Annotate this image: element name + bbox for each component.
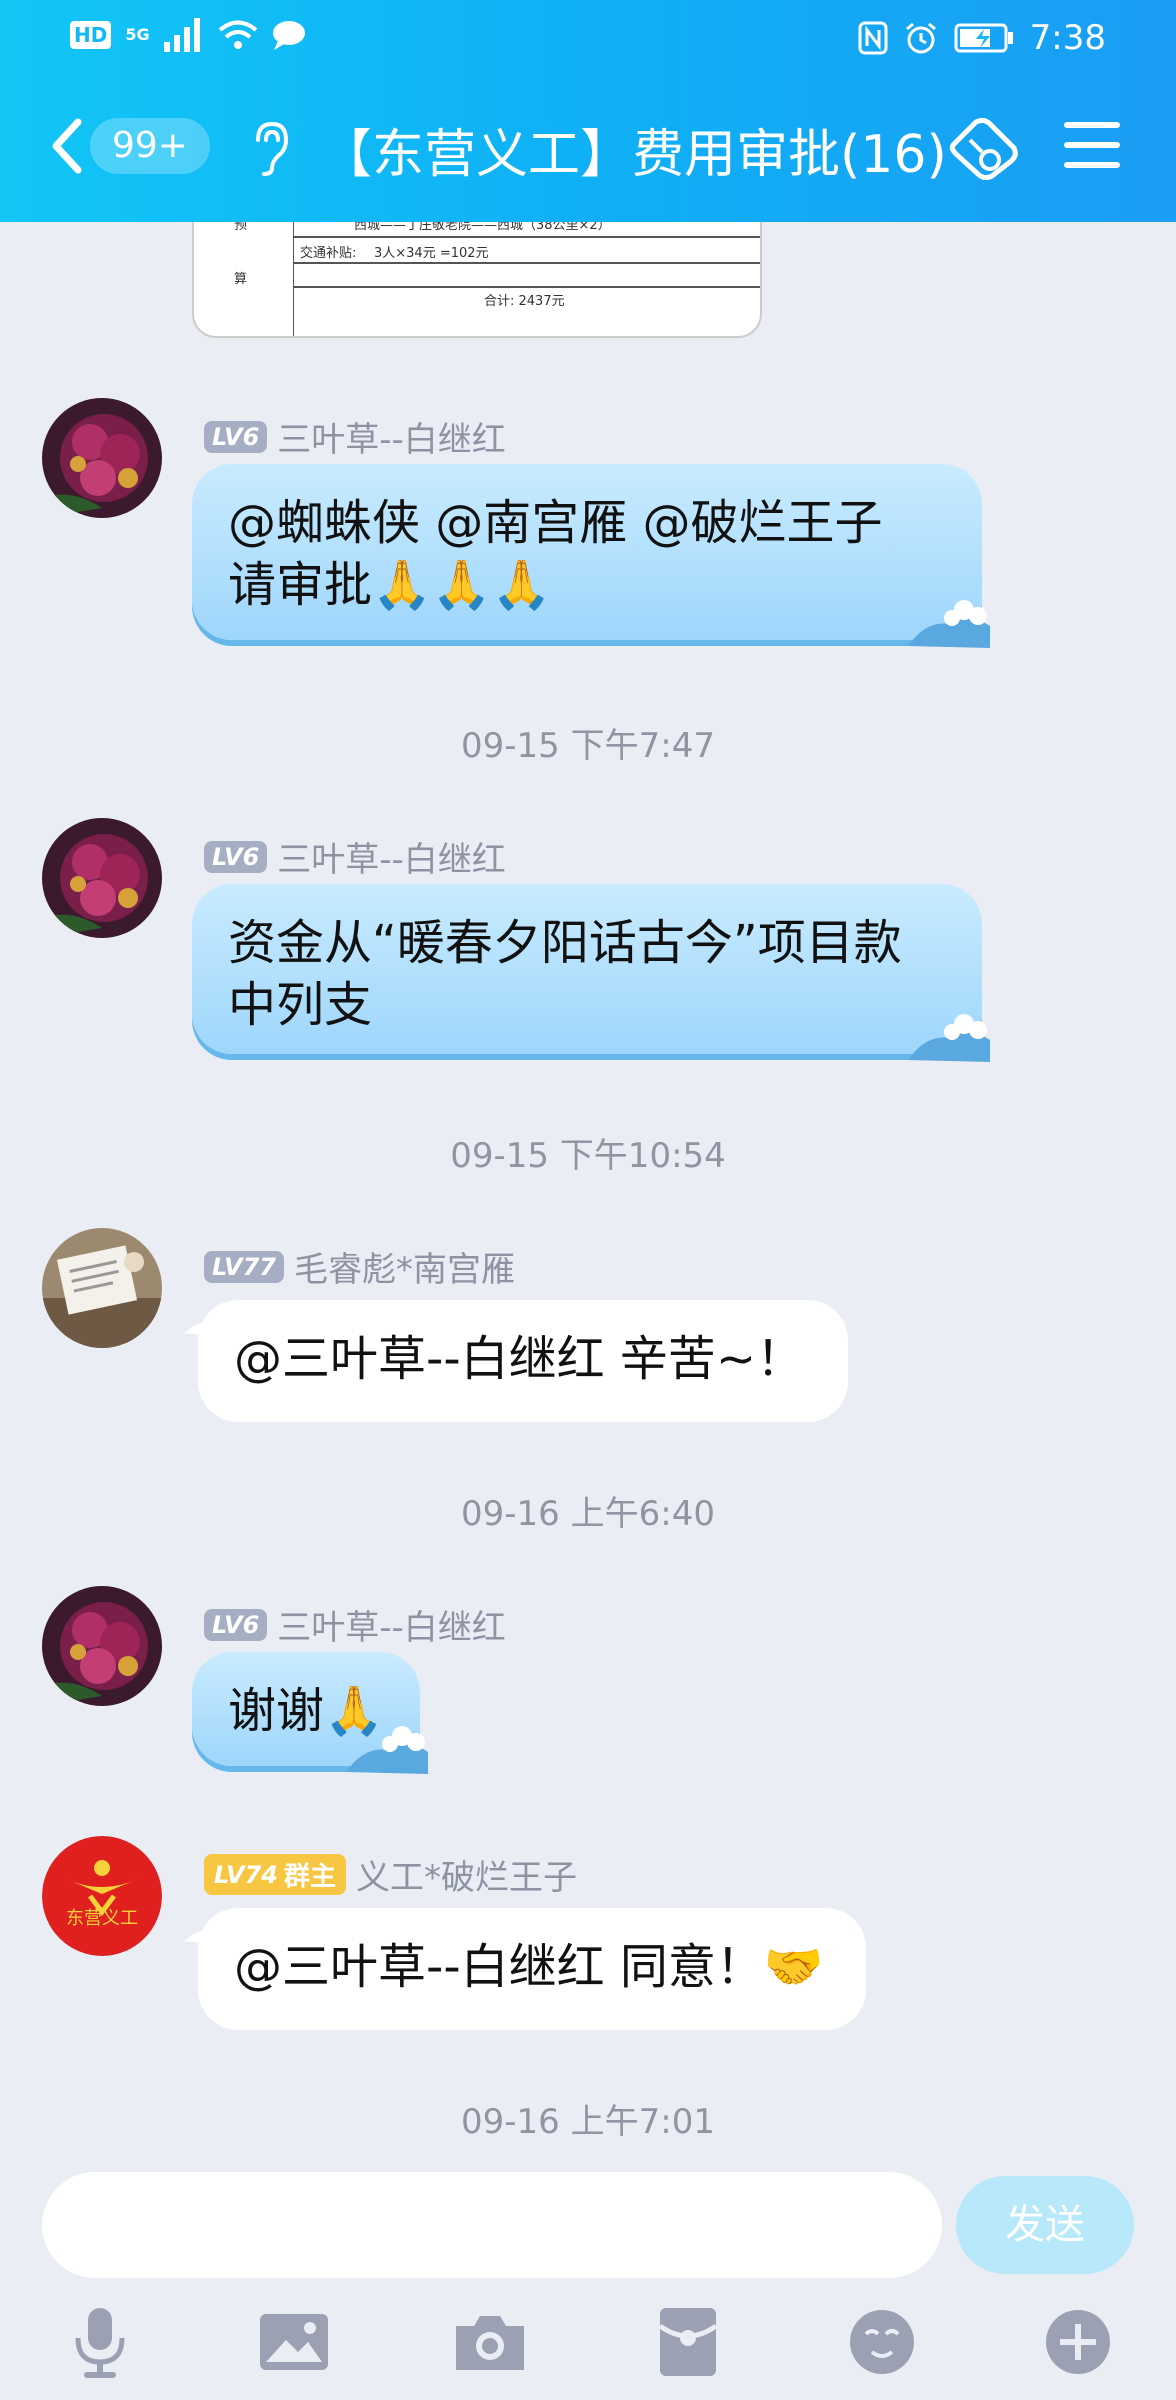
message-text: @三叶草--白继红 辛苦~！: [234, 1331, 805, 1387]
network-type: 5G: [125, 25, 150, 44]
sender-name: 三叶草--白继红: [277, 840, 506, 880]
logo-text: 东营义工: [66, 1908, 138, 1929]
send-button[interactable]: 发送: [956, 2176, 1134, 2274]
status-time: 7:38: [1029, 18, 1106, 58]
chat-title: 【东营义工】费用审批(16): [320, 125, 947, 185]
timestamp: 09-15 下午7:47: [461, 726, 715, 766]
timestamp: 09-16 上午6:40: [461, 1494, 715, 1534]
earpiece-mode-icon[interactable]: [248, 118, 292, 178]
avatar[interactable]: [42, 1586, 162, 1706]
avatar[interactable]: [42, 818, 162, 938]
sender-name: 三叶草--白继红: [277, 1608, 506, 1648]
input-toolbar: [0, 2302, 1176, 2392]
message-text: @三叶草--白继红 同意！🤝: [234, 1939, 824, 1995]
microphone-icon[interactable]: [60, 2302, 140, 2382]
sender-name: 毛睿彪*南宫雁: [293, 1250, 515, 1290]
back-button[interactable]: [46, 116, 86, 176]
level-badge: LV74: [214, 1860, 278, 1889]
message-notification-icon: [272, 21, 305, 50]
message-input[interactable]: [42, 2172, 942, 2278]
document-image-preview[interactable]: 预 西城——丁庄敬老院——西城（38公里×2） 交通补贴: 3人×34元 =10…: [192, 222, 762, 338]
timestamp: 09-16 上午7:01: [461, 2102, 715, 2142]
level-badge: LV6: [204, 420, 268, 453]
bubble-tail: [184, 1928, 214, 1950]
camera-icon[interactable]: [450, 2302, 530, 2382]
chat-header: HD 5G 7:38 99+ 【东营义工】费用审批(16): [0, 0, 1176, 222]
battery-icon: [954, 23, 1013, 53]
level-badge: LV77: [204, 1250, 284, 1283]
message-bubble[interactable]: @三叶草--白继红 辛苦~！: [184, 1300, 848, 1422]
wave-decoration-icon: [346, 1726, 428, 1774]
wifi-icon: [218, 20, 257, 49]
message-bubble[interactable]: 谢谢🙏: [192, 1652, 428, 1774]
plus-icon[interactable]: [1038, 2302, 1118, 2382]
avatar[interactable]: [42, 398, 162, 518]
wave-decoration-icon: [908, 600, 990, 648]
message-text-line: 资金从“暖春夕阳话古今”项目款: [228, 915, 902, 971]
nfc-icon: [858, 21, 888, 55]
menu-icon[interactable]: [1064, 120, 1120, 170]
sender-name: 三叶草--白继红: [277, 420, 506, 460]
role-label: 群主: [283, 1862, 336, 1892]
image-icon[interactable]: [254, 2302, 334, 2382]
red-packet-icon[interactable]: [648, 2302, 728, 2382]
status-bar: HD 5G 7:38: [0, 0, 1176, 72]
doc-route: 西城——丁庄敬老院——西城（38公里×2）: [354, 222, 611, 233]
doc-label-pre: 预: [234, 222, 248, 233]
unread-count-badge[interactable]: 99+: [90, 118, 210, 174]
doc-transport-value: 3人×34元 =102元: [374, 246, 489, 261]
doc-label-suan: 算: [234, 272, 248, 287]
signal-icon: [163, 18, 200, 52]
message-bubble[interactable]: @三叶草--白继红 同意！🤝: [184, 1908, 866, 2030]
group-notice-icon[interactable]: [946, 114, 1022, 182]
avatar[interactable]: [42, 1228, 162, 1348]
avatar[interactable]: 东营义工: [42, 1836, 162, 1956]
hd-indicator: HD: [70, 21, 112, 49]
bubble-tail: [184, 1320, 214, 1342]
message-text-line: @蜘蛛侠 @南宫雁 @破烂王子: [228, 495, 883, 551]
message-text-line: 中列支: [228, 977, 373, 1033]
doc-transport-label: 交通补贴:: [300, 246, 357, 261]
message-text-line: 请审批🙏🙏🙏: [228, 557, 552, 613]
message-bubble[interactable]: @蜘蛛侠 @南宫雁 @破烂王子 请审批🙏🙏🙏: [192, 464, 990, 648]
owner-badge: LV74 群主: [204, 1854, 346, 1895]
message-list[interactable]: 预 西城——丁庄敬老院——西城（38公里×2） 交通补贴: 3人×34元 =10…: [0, 222, 1176, 2172]
wave-decoration-icon: [908, 1014, 990, 1062]
sender-name: 义工*破烂王子: [355, 1858, 577, 1898]
input-bar: 发送: [0, 2172, 1176, 2400]
emoji-icon[interactable]: [842, 2302, 922, 2382]
message-bubble[interactable]: 资金从“暖春夕阳话古今”项目款 中列支: [192, 884, 990, 1062]
level-badge: LV6: [204, 840, 268, 873]
level-badge: LV6: [204, 1608, 268, 1641]
alarm-icon: [905, 22, 936, 54]
timestamp: 09-15 下午10:54: [450, 1136, 726, 1176]
doc-total: 合计: 2437元: [484, 294, 565, 309]
